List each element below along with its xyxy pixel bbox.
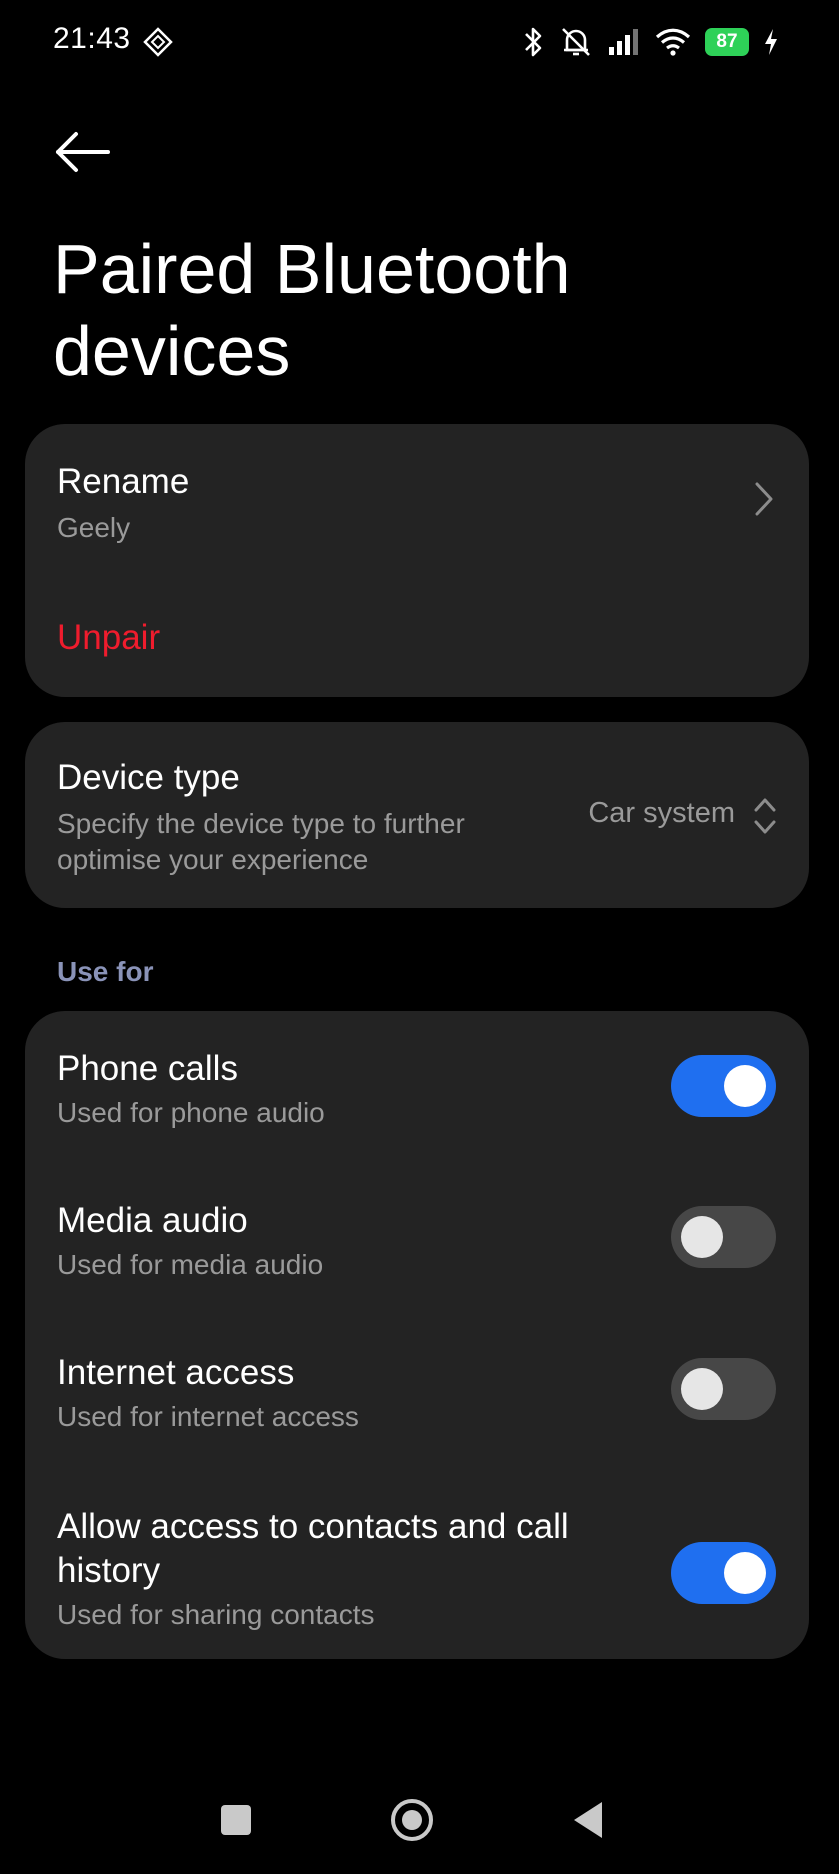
home-icon <box>391 1799 433 1841</box>
phone-calls-subtitle: Used for phone audio <box>57 1097 325 1128</box>
bluetooth-icon <box>525 27 542 57</box>
rename-value: Geely <box>57 512 131 543</box>
use-for-card: Phone calls Used for phone audio Media a… <box>25 1011 809 1659</box>
back-icon <box>574 1802 602 1838</box>
chevron-up-down-icon <box>754 798 776 834</box>
toggle-row-media-audio[interactable]: Media audio Used for media audio <box>25 1161 809 1313</box>
recents-button[interactable] <box>206 1790 266 1850</box>
device-type-value: Car system <box>588 797 735 829</box>
charging-icon <box>765 29 777 55</box>
recents-icon <box>221 1805 251 1835</box>
bell-off-icon <box>562 28 590 56</box>
internet-access-title: Internet access <box>57 1353 295 1392</box>
internet-access-toggle[interactable] <box>671 1358 776 1420</box>
section-header-use-for: Use for <box>57 956 154 987</box>
toggle-row-phone-calls[interactable]: Phone calls Used for phone audio <box>25 1011 809 1161</box>
toggle-knob <box>681 1216 723 1258</box>
toggle-knob <box>681 1368 723 1410</box>
device-type-subtitle: Specify the device type to further optim… <box>57 808 465 875</box>
battery-level: 87 <box>716 31 738 52</box>
status-time: 21:43 <box>53 22 131 55</box>
media-audio-toggle[interactable] <box>671 1206 776 1268</box>
media-audio-subtitle: Used for media audio <box>57 1249 324 1280</box>
navigation-bar <box>0 1790 839 1874</box>
contacts-title: Allow access to contacts and call histor… <box>57 1507 569 1590</box>
rename-title: Rename <box>57 462 190 501</box>
toggle-row-contacts[interactable]: Allow access to contacts and call histor… <box>25 1463 809 1659</box>
device-type-title: Device type <box>57 758 240 797</box>
device-type-row[interactable]: Device type Specify the device type to f… <box>25 722 809 908</box>
toggle-row-internet-access[interactable]: Internet access Used for internet access <box>25 1313 809 1463</box>
arrow-left-icon <box>56 132 110 172</box>
phone-calls-title: Phone calls <box>57 1049 238 1088</box>
internet-access-subtitle: Used for internet access <box>57 1401 359 1432</box>
toggle-knob <box>724 1065 766 1107</box>
diamond-icon <box>143 27 173 57</box>
home-button[interactable] <box>382 1790 442 1850</box>
contacts-toggle[interactable] <box>671 1542 776 1604</box>
wifi-icon <box>655 28 691 56</box>
page-title: Paired Bluetooth devices <box>53 230 571 390</box>
status-bar: 21:43 87 <box>0 0 839 84</box>
nav-back-button[interactable] <box>558 1790 618 1850</box>
back-button[interactable] <box>50 124 114 180</box>
media-audio-title: Media audio <box>57 1201 248 1240</box>
signal-icon <box>609 29 638 55</box>
rename-card: Rename Geely Unpair <box>25 424 809 697</box>
chevron-right-icon <box>755 482 773 516</box>
toggle-knob <box>724 1552 766 1594</box>
rename-row[interactable]: Rename Geely <box>25 424 809 564</box>
unpair-button[interactable]: Unpair <box>57 618 160 658</box>
status-icons: 87 <box>521 22 779 62</box>
phone-calls-toggle[interactable] <box>671 1055 776 1117</box>
contacts-subtitle: Used for sharing contacts <box>57 1599 375 1630</box>
battery-icon: 87 <box>705 28 749 56</box>
